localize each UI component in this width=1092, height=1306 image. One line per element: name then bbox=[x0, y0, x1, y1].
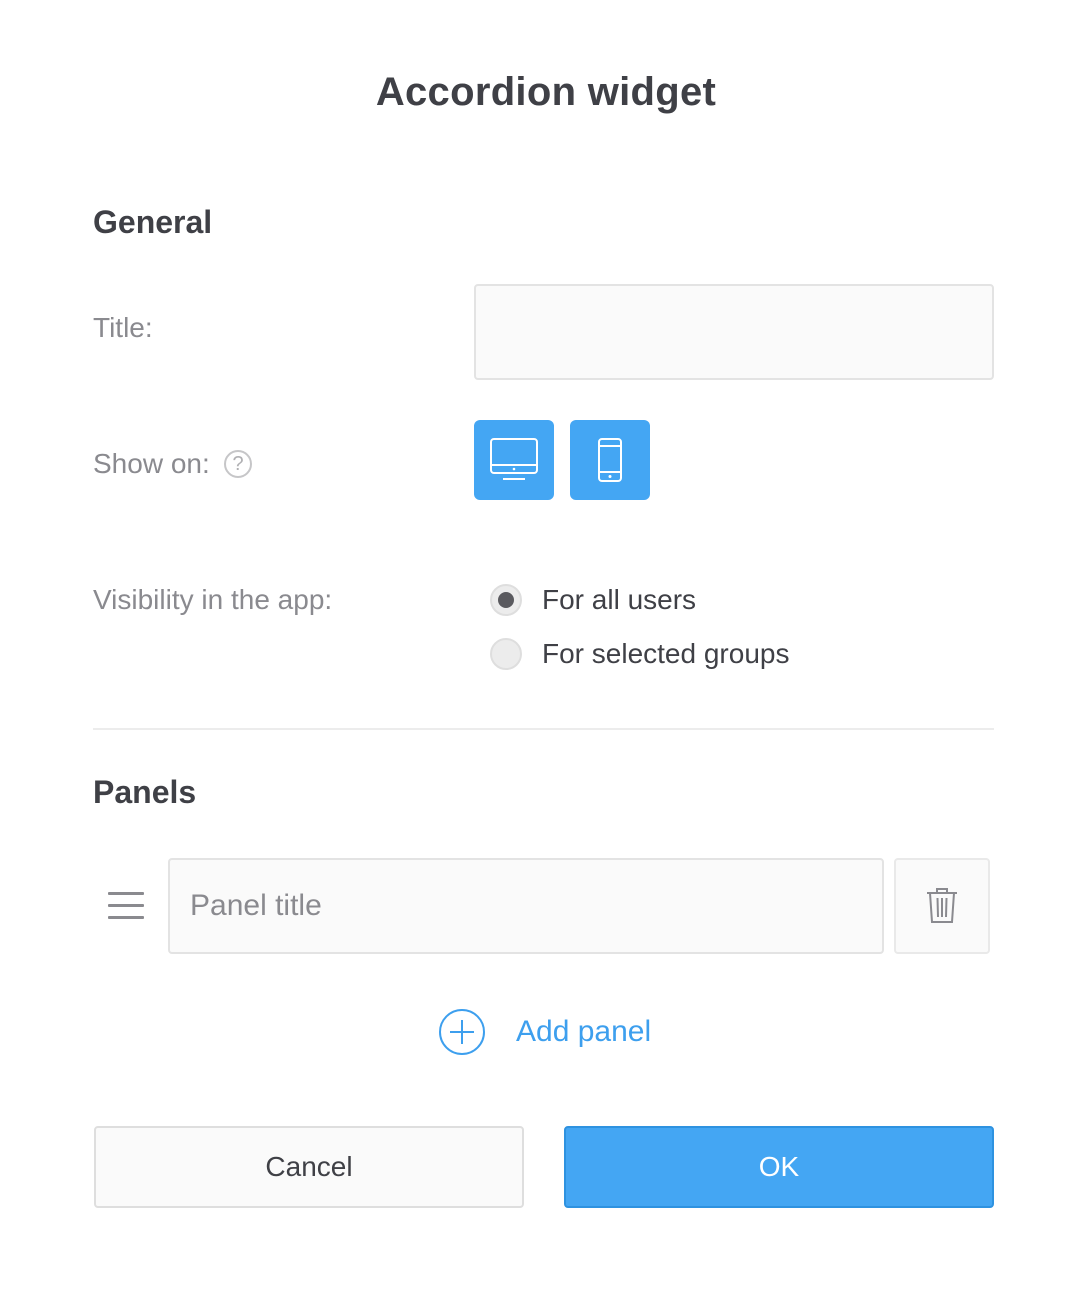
drag-handle-bar bbox=[108, 916, 144, 919]
radio-label-selected-groups: For selected groups bbox=[542, 638, 790, 669]
radio-option-all-users[interactable]: For all users bbox=[490, 584, 696, 616]
drag-handle-bar bbox=[108, 892, 144, 895]
section-divider bbox=[93, 728, 994, 730]
mobile-toggle-button[interactable] bbox=[570, 420, 650, 500]
add-panel-button[interactable]: Add panel bbox=[438, 1008, 651, 1056]
visibility-label: Visibility in the app: bbox=[93, 584, 333, 615]
delete-panel-button[interactable] bbox=[894, 858, 990, 954]
title-input[interactable] bbox=[474, 284, 994, 380]
cancel-button[interactable]: Cancel bbox=[94, 1126, 524, 1208]
trash-icon bbox=[927, 888, 957, 923]
drag-handle-bar bbox=[108, 904, 144, 907]
desktop-toggle-button[interactable] bbox=[474, 420, 554, 500]
ok-button[interactable]: OK bbox=[564, 1126, 994, 1208]
title-label: Title: bbox=[93, 312, 153, 343]
general-heading: General bbox=[93, 204, 213, 240]
radio-label-all-users: For all users bbox=[542, 584, 697, 615]
radio-dot bbox=[498, 592, 514, 608]
panels-heading: Panels bbox=[93, 774, 197, 810]
radio-button-unchecked[interactable] bbox=[490, 638, 522, 670]
show-on-label: Show on: bbox=[93, 448, 210, 479]
drag-handle-icon[interactable] bbox=[108, 892, 144, 922]
help-icon[interactable]: ? bbox=[224, 450, 252, 478]
radio-option-selected-groups[interactable]: For selected groups bbox=[490, 638, 789, 670]
mobile-icon bbox=[598, 438, 622, 482]
radio-button-checked[interactable] bbox=[490, 584, 522, 616]
desktop-icon bbox=[490, 438, 538, 480]
panel-title-input[interactable] bbox=[168, 858, 884, 954]
plus-circle-icon bbox=[439, 1009, 485, 1055]
add-panel-label: Add panel bbox=[516, 1015, 652, 1048]
dialog-title: Accordion widget bbox=[375, 70, 717, 114]
